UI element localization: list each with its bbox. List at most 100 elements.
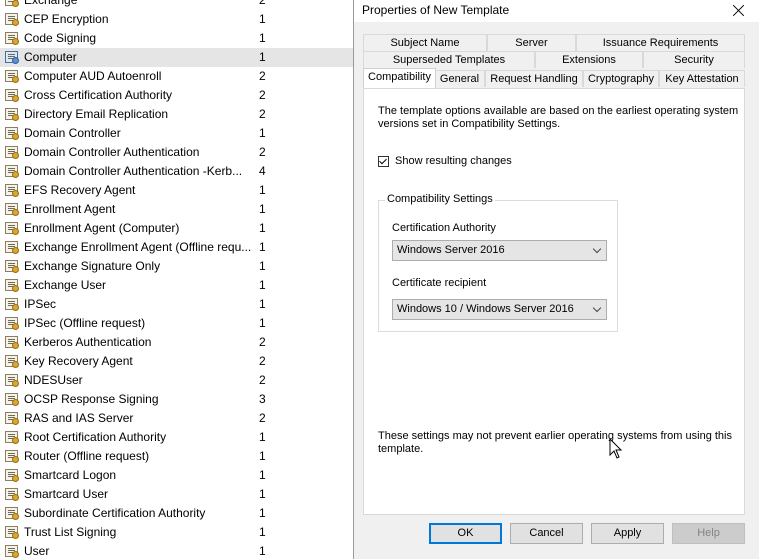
template-version: 2 <box>259 107 266 121</box>
template-version: 1 <box>259 278 266 292</box>
certificate-template-icon <box>5 70 19 83</box>
template-row[interactable]: User 1 <box>0 542 353 559</box>
close-icon[interactable] <box>727 0 751 22</box>
certificate-template-icon <box>5 355 19 368</box>
template-name: Root Certification Authority <box>24 430 167 444</box>
certificate-template-icon <box>5 412 19 425</box>
tab-request-handling[interactable]: Request Handling <box>485 70 583 87</box>
template-row[interactable]: Cross Certification Authority 2 <box>0 86 353 105</box>
template-row[interactable]: Smartcard User 1 <box>0 485 353 504</box>
template-row[interactable]: Domain Controller Authentication -Kerb..… <box>0 162 353 181</box>
template-row[interactable]: EFS Recovery Agent 1 <box>0 181 353 200</box>
template-version: 1 <box>259 297 266 311</box>
tab-security[interactable]: Security <box>643 51 745 68</box>
template-version: 1 <box>259 430 266 444</box>
footer-note-line1: These settings may not prevent earlier o… <box>378 430 732 442</box>
certificate-template-icon <box>5 222 19 235</box>
intro-text-line1: The template options available are based… <box>378 105 739 117</box>
template-version: 1 <box>259 544 266 558</box>
certificate-template-icon <box>5 13 19 26</box>
tab-compatibility[interactable]: Compatibility <box>363 68 436 88</box>
template-row[interactable]: Exchange 2 <box>0 0 353 10</box>
template-row[interactable]: Exchange Signature Only 1 <box>0 257 353 276</box>
template-version: 1 <box>259 31 266 45</box>
certificate-template-icon <box>5 469 19 482</box>
recipient-select[interactable]: Windows 10 / Windows Server 2016 <box>392 299 607 320</box>
template-row[interactable]: OCSP Response Signing 3 <box>0 390 353 409</box>
template-name: IPSec <box>24 297 57 311</box>
template-name: Directory Email Replication <box>24 107 169 121</box>
cancel-button[interactable]: Cancel <box>510 523 583 544</box>
tab-key-attestation[interactable]: Key Attestation <box>659 70 745 87</box>
template-version: 1 <box>259 468 266 482</box>
template-row[interactable]: Domain Controller 1 <box>0 124 353 143</box>
group-title: Compatibility Settings <box>385 193 495 205</box>
template-row[interactable]: Smartcard Logon 1 <box>0 466 353 485</box>
template-version: 4 <box>259 164 266 178</box>
template-name: Exchange Signature Only <box>24 259 161 273</box>
template-name: Cross Certification Authority <box>24 88 173 102</box>
help-button[interactable]: Help <box>672 523 745 544</box>
template-version: 1 <box>259 12 266 26</box>
template-row[interactable]: Router (Offline request) 1 <box>0 447 353 466</box>
template-row[interactable]: Directory Email Replication 2 <box>0 105 353 124</box>
template-row[interactable]: Exchange Enrollment Agent (Offline requ.… <box>0 238 353 257</box>
template-row[interactable]: Key Recovery Agent 2 <box>0 352 353 371</box>
template-row[interactable]: Kerberos Authentication 2 <box>0 333 353 352</box>
template-name: Kerberos Authentication <box>24 335 152 349</box>
certificate-template-icon <box>5 450 19 463</box>
template-row[interactable]: CEP Encryption 1 <box>0 10 353 29</box>
ca-label: Certification Authority <box>392 222 496 234</box>
template-name: Subordinate Certification Authority <box>24 506 206 520</box>
template-version: 1 <box>259 525 266 539</box>
dialog-title: Properties of New Template <box>362 3 510 17</box>
template-list: Exchange 2 CEP Encryption 1 Code Signing 1 Com… <box>0 0 353 559</box>
template-row[interactable]: Trust List Signing 1 <box>0 523 353 542</box>
template-version: 1 <box>259 259 266 273</box>
template-version: 1 <box>259 221 266 235</box>
certificate-template-icon <box>5 146 19 159</box>
template-row[interactable]: Root Certification Authority 1 <box>0 428 353 447</box>
certificate-template-icon <box>5 260 19 273</box>
template-row[interactable]: Exchange User 1 <box>0 276 353 295</box>
certificate-template-icon <box>5 241 19 254</box>
template-row[interactable]: RAS and IAS Server 2 <box>0 409 353 428</box>
tab-superseded-templates[interactable]: Superseded Templates <box>363 51 535 68</box>
template-name: User <box>24 544 50 558</box>
template-name: Trust List Signing <box>24 525 117 539</box>
template-name: Smartcard User <box>24 487 109 501</box>
template-row[interactable]: Subordinate Certification Authority 1 <box>0 504 353 523</box>
show-changes-checkbox[interactable] <box>378 156 389 167</box>
tab-server[interactable]: Server <box>487 34 576 51</box>
tab-issuance-requirements[interactable]: Issuance Requirements <box>576 34 745 51</box>
dialog-title-bar[interactable]: Properties of New Template <box>354 0 759 22</box>
ok-button[interactable]: OK <box>429 523 502 544</box>
certificate-template-icon <box>5 32 19 45</box>
template-name: Router (Offline request) <box>24 449 150 463</box>
tab-general[interactable]: General <box>434 70 485 87</box>
tab-cryptography[interactable]: Cryptography <box>583 70 659 87</box>
template-name: Computer <box>24 50 77 64</box>
template-row[interactable]: Enrollment Agent (Computer) 1 <box>0 219 353 238</box>
tab-extensions[interactable]: Extensions <box>535 51 643 68</box>
certificate-template-icon <box>5 51 19 64</box>
certificate-template-icon <box>5 317 19 330</box>
template-row[interactable]: NDESUser 2 <box>0 371 353 390</box>
template-row[interactable]: Computer AUD Autoenroll 2 <box>0 67 353 86</box>
recipient-value: Windows 10 / Windows Server 2016 <box>397 303 574 315</box>
template-row[interactable]: Enrollment Agent 1 <box>0 200 353 219</box>
template-version: 1 <box>259 50 266 64</box>
ca-select[interactable]: Windows Server 2016 <box>392 240 607 261</box>
mouse-pointer-icon <box>609 438 623 459</box>
template-row[interactable]: IPSec (Offline request) 1 <box>0 314 353 333</box>
template-version: 1 <box>259 183 266 197</box>
template-row[interactable]: IPSec 1 <box>0 295 353 314</box>
tab-subject-name[interactable]: Subject Name <box>363 34 487 51</box>
template-row[interactable]: Code Signing 1 <box>0 29 353 48</box>
apply-button[interactable]: Apply <box>591 523 664 544</box>
show-changes-label: Show resulting changes <box>395 155 512 167</box>
template-row[interactable]: Domain Controller Authentication 2 <box>0 143 353 162</box>
template-row[interactable]: Computer 1 <box>0 48 353 67</box>
template-name: NDESUser <box>24 373 83 387</box>
template-name: Exchange <box>24 0 78 7</box>
